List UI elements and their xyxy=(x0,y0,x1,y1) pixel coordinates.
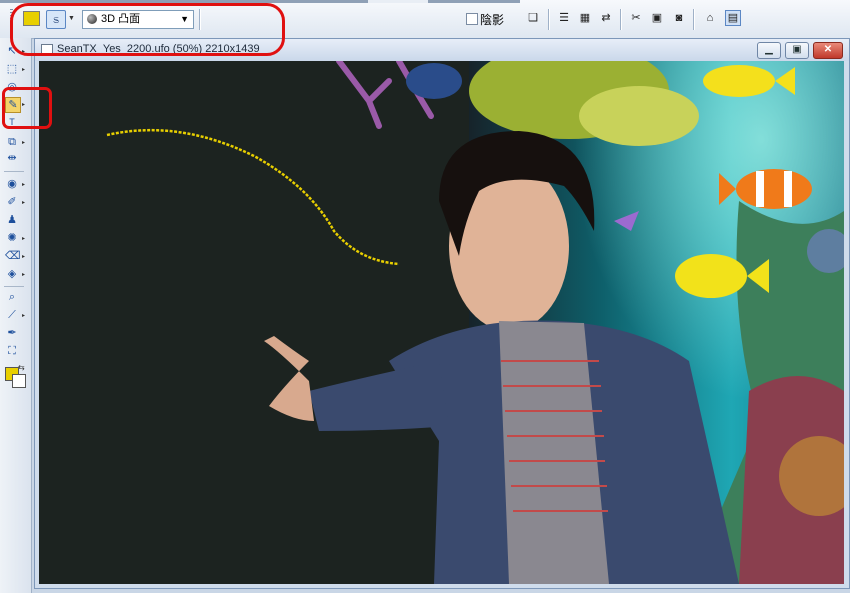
tool-divider xyxy=(4,171,24,172)
retouch-tool-icon[interactable]: ✺ xyxy=(5,231,19,245)
tool-flyout-arrow[interactable]: ▸ xyxy=(22,271,25,278)
arrange-icon[interactable]: ⇄ xyxy=(600,12,612,24)
cut-icon[interactable]: ✂ xyxy=(630,12,642,24)
crop-tool-icon[interactable]: ⧉ xyxy=(5,135,19,149)
separator xyxy=(548,9,550,30)
tool-divider xyxy=(4,286,24,287)
distribute-icon[interactable]: ▦ xyxy=(579,12,591,24)
redeye-tool-icon[interactable]: ◉ xyxy=(5,177,19,191)
tool-flyout-arrow[interactable]: ▸ xyxy=(22,139,25,146)
clone-tool-icon[interactable]: ♟ xyxy=(5,213,19,227)
restore-icon[interactable]: ▣ xyxy=(785,42,809,59)
shape-tool-icon[interactable]: ⛶ xyxy=(5,344,19,358)
close-icon[interactable]: ✕ xyxy=(813,42,843,59)
annotation-ellipse-property-bar xyxy=(10,3,285,56)
align-icon[interactable]: ☰ xyxy=(558,12,570,24)
pen-tool-icon[interactable]: ✒ xyxy=(5,326,19,340)
photo-composite xyxy=(39,61,844,584)
shadow-checkbox[interactable] xyxy=(466,13,478,25)
tool-flyout-arrow[interactable]: ▸ xyxy=(22,199,25,206)
swap-colors-icon[interactable]: ⇆ xyxy=(18,363,25,372)
tool-flyout-arrow[interactable]: ▸ xyxy=(22,181,25,188)
panel-toggle-icon[interactable]: ▤ xyxy=(725,10,741,26)
menu-strip-highlight xyxy=(368,0,428,3)
brush-tool-icon[interactable]: ✐ xyxy=(5,195,19,209)
border-icon[interactable]: ❑ xyxy=(527,12,539,24)
eraser-tool-icon[interactable]: ⌫ xyxy=(5,249,21,263)
transform-tool-icon[interactable]: ⇹ xyxy=(5,151,19,165)
separator xyxy=(693,9,695,30)
object-icon[interactable]: ▣ xyxy=(651,12,663,24)
tool-flyout-arrow[interactable]: ▸ xyxy=(22,66,25,73)
layer-icon[interactable]: ⌂ xyxy=(704,12,716,24)
camera-icon[interactable]: ◙ xyxy=(673,12,685,24)
tool-flyout-arrow[interactable]: ▸ xyxy=(22,235,25,242)
tool-flyout-arrow[interactable]: ▸ xyxy=(22,253,25,260)
tool-flyout-arrow[interactable]: ▸ xyxy=(22,312,25,319)
minimize-icon[interactable]: ▁ xyxy=(757,42,781,59)
image-canvas[interactable] xyxy=(39,61,844,584)
eyedropper-tool-icon[interactable]: ⟋ xyxy=(5,308,19,322)
selection-tool-icon[interactable]: ⬚ xyxy=(5,62,19,76)
annotation-box-tool xyxy=(2,87,52,129)
fill-tool-icon[interactable]: ◈ xyxy=(5,267,19,281)
document-window: SeanTX_Yes_2200.ufo (50%) 2210x1439 ▁ ▣ … xyxy=(34,38,850,589)
shadow-label: 陰影 xyxy=(480,13,505,27)
background-color-swatch[interactable] xyxy=(12,374,26,388)
zoom-tool-icon[interactable]: ⌕ xyxy=(5,290,19,304)
separator xyxy=(620,9,622,30)
